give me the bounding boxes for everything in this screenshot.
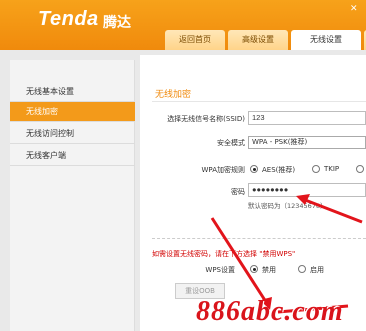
wps-disable-radio[interactable] — [250, 265, 258, 273]
sidebar-item-clients[interactable]: 无线客户端 — [10, 146, 135, 166]
tkip-radio-label: TKIP — [324, 165, 340, 173]
wps-label: WPS设置 — [205, 266, 235, 274]
sidebar-item-basic[interactable]: 无线基本设置 — [10, 82, 135, 102]
tenda-logo: Tenda — [38, 8, 99, 30]
sidebar: 无线基本设置 无线加密 无线访问控制 无线客户端 — [10, 60, 135, 331]
divider — [152, 101, 366, 102]
tab-advanced[interactable]: 高级设置 — [228, 30, 288, 50]
password-hint: 默认密码为（12345678） — [248, 202, 327, 210]
ssid-select[interactable]: 123 — [248, 111, 366, 125]
wps-warning: 如需设置无线密码，请在下方选择 "禁用WPS" — [152, 250, 296, 258]
watermark: 886abc.com — [196, 296, 344, 327]
aes-radio-label: AES(推荐) — [262, 166, 296, 174]
dashed-divider — [152, 238, 366, 239]
password-label: 密码 — [231, 188, 245, 196]
tab-wireless[interactable]: 无线设置 — [291, 30, 361, 50]
wps-enable-radio[interactable] — [298, 265, 306, 273]
aes-radio[interactable] — [250, 165, 258, 173]
password-input[interactable]: ●●●●●●●● — [248, 183, 366, 197]
sidebar-item-access-control[interactable]: 无线访问控制 — [10, 124, 135, 144]
tkip-radio[interactable] — [312, 165, 320, 173]
security-mode-select[interactable]: WPA - PSK(推荐) — [248, 136, 366, 149]
wps-disable-label: 禁用 — [262, 266, 276, 274]
header-bar: Tenda 腾达 ✕ 返回首页 高级设置 无线设置 — [0, 0, 366, 50]
section-title: 无线加密 — [155, 90, 192, 100]
extra-radio[interactable] — [356, 165, 364, 173]
top-tabs: 返回首页 高级设置 无线设置 — [165, 30, 366, 50]
menu-icon[interactable]: ✕ — [350, 4, 364, 16]
security-mode-label: 安全模式 — [217, 139, 245, 147]
ssid-label: 选择无线信号名称(SSID) — [167, 115, 245, 123]
sidebar-item-encryption[interactable]: 无线加密 — [10, 102, 135, 122]
logo-cn-text: 腾达 — [103, 14, 131, 30]
wps-enable-label: 启用 — [310, 266, 324, 274]
tab-home[interactable]: 返回首页 — [165, 30, 225, 50]
wpa-rule-label: WPA加密规则 — [201, 166, 245, 174]
main-panel: 无线加密 选择无线信号名称(SSID) 123 安全模式 WPA - PSK(推… — [140, 55, 366, 331]
